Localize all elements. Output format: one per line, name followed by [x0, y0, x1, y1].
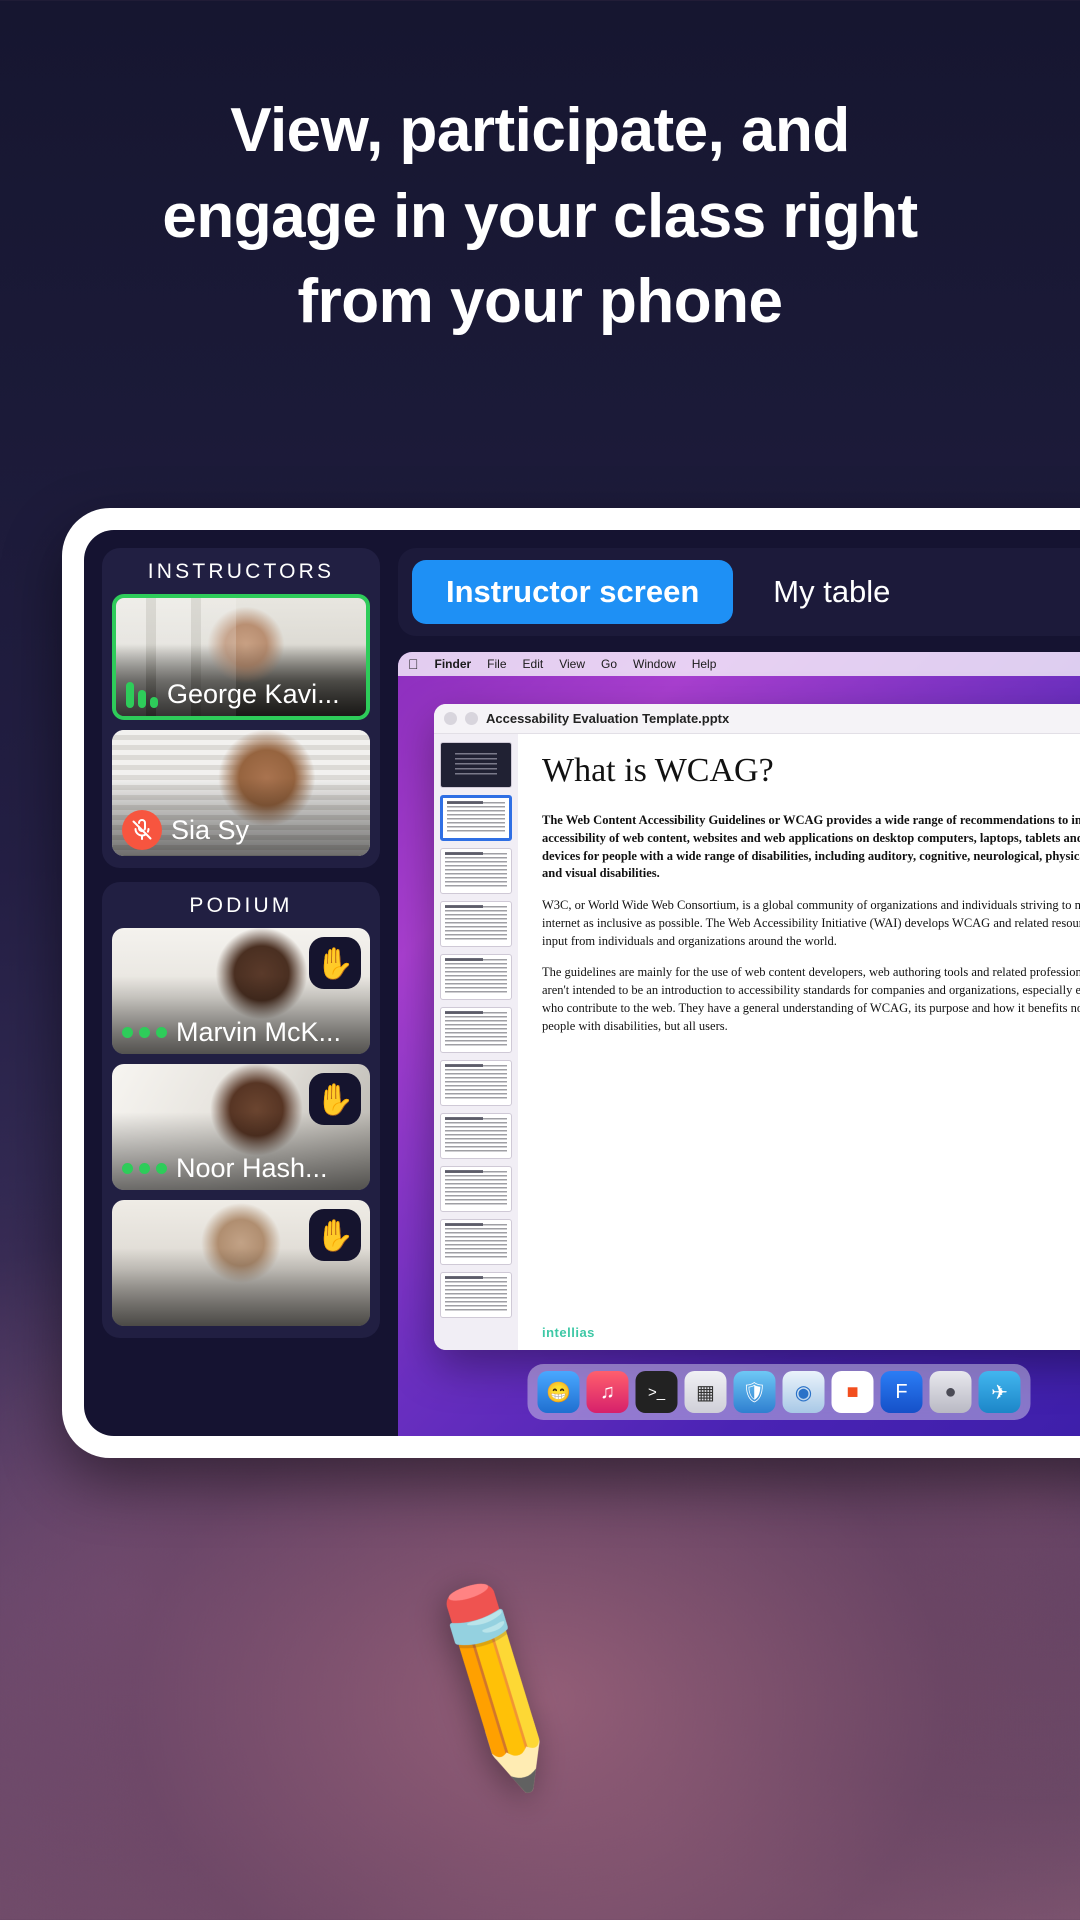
participant-tile-noor[interactable]: ✋ Noor Hash...	[112, 1064, 370, 1190]
view-tabs: Instructor screen My table	[398, 548, 1080, 636]
minimize-icon[interactable]	[465, 712, 478, 725]
instructors-title: INSTRUCTORS	[147, 560, 335, 583]
slide-thumbnail[interactable]	[440, 848, 512, 894]
participants-sidebar: INSTRUCTORS George Kavi... Sia Sy PODIUM…	[84, 530, 392, 1436]
mic-off-icon[interactable]	[122, 810, 162, 850]
participant-name: Noor Hash...	[176, 1153, 328, 1183]
presentation-body: What is WCAG? The Web Content Accessibil…	[434, 734, 1080, 1350]
launchpad-icon[interactable]: ▦	[684, 1371, 727, 1413]
framer-icon[interactable]: F	[880, 1371, 923, 1413]
tab-my-table[interactable]: My table	[755, 560, 924, 624]
slide-canvas[interactable]: What is WCAG? The Web Content Accessibil…	[518, 734, 1080, 1350]
slide-thumbnail[interactable]	[440, 1060, 512, 1106]
music-icon[interactable]: ♫	[586, 1371, 629, 1413]
shared-screen-view[interactable]:  Finder File Edit View Go Window Help A…	[398, 652, 1080, 1436]
menu-item-view[interactable]: View	[559, 657, 585, 671]
safari-icon[interactable]: ◉	[782, 1371, 825, 1413]
window-titlebar: Accessability Evaluation Template.pptx	[434, 704, 1080, 734]
tile-namebar: Marvin McK...	[122, 1017, 360, 1048]
menu-item-file[interactable]: File	[487, 657, 506, 671]
raised-hand-icon[interactable]: ✋	[309, 1209, 361, 1261]
pencil-decoration: ✏️	[375, 1564, 661, 1817]
figma-icon[interactable]: ■	[831, 1371, 874, 1413]
slide-thumbnail[interactable]	[440, 954, 512, 1000]
speaking-dots-icon	[122, 1163, 167, 1174]
headline-line-2: engage in your class right	[162, 181, 918, 251]
slide-footer-logo: intellias	[542, 1325, 595, 1340]
slide-thumbnail[interactable]	[440, 1113, 512, 1159]
finder-icon[interactable]: 😁	[537, 1371, 580, 1413]
slide-paragraph-2: W3C, or World Wide Web Consortium, is a …	[542, 898, 1080, 948]
close-icon[interactable]	[444, 712, 457, 725]
tablet-device: INSTRUCTORS George Kavi... Sia Sy PODIUM…	[62, 508, 1080, 1458]
menu-item-finder[interactable]: Finder	[435, 657, 472, 671]
slide-paragraph-1: The Web Content Accessibility Guidelines…	[542, 813, 1080, 881]
participant-tile-sia[interactable]: Sia Sy	[112, 730, 370, 856]
tile-namebar: Noor Hash...	[122, 1153, 360, 1184]
headline-line-3: from your phone	[297, 267, 783, 337]
participant-tile-marvin[interactable]: ✋ Marvin McK...	[112, 928, 370, 1054]
telegram-icon[interactable]: ✈	[978, 1371, 1021, 1413]
slide-thumbnail[interactable]	[440, 901, 512, 947]
slide-thumbnail-rail[interactable]	[434, 734, 518, 1350]
podium-panel: PODIUM ✋ Marvin McK... ✋ Noor Hash... ✋	[102, 882, 380, 1338]
tile-namebar: George Kavi...	[126, 679, 356, 710]
menu-item-go[interactable]: Go	[601, 657, 617, 671]
headline-line-1: View, participate, and	[230, 96, 850, 165]
participant-name: Marvin McK...	[176, 1017, 342, 1047]
slide-thumbnail[interactable]	[440, 742, 512, 788]
powerpoint-window: Accessability Evaluation Template.pptx W…	[434, 704, 1080, 1350]
page-title: View, participate, and engage in your cl…	[0, 88, 1080, 345]
podium-title: PODIUM	[189, 894, 293, 917]
tablet-screen: INSTRUCTORS George Kavi... Sia Sy PODIUM…	[84, 530, 1080, 1436]
instructors-panel: INSTRUCTORS George Kavi... Sia Sy	[102, 548, 380, 868]
participant-name: Sia Sy	[171, 814, 250, 845]
raised-hand-icon[interactable]: ✋	[309, 937, 361, 989]
slide-thumbnail[interactable]	[440, 1272, 512, 1318]
slide-paragraph-3: The guidelines are mainly for the use of…	[542, 965, 1080, 1033]
menu-item-window[interactable]: Window	[633, 657, 676, 671]
slide-thumbnail[interactable]	[440, 1166, 512, 1212]
raised-hand-icon[interactable]: ✋	[309, 1073, 361, 1125]
menu-item-edit[interactable]: Edit	[523, 657, 544, 671]
slide-heading: What is WCAG?	[542, 752, 774, 789]
mac-menu-bar:  Finder File Edit View Go Window Help	[398, 652, 1080, 676]
mac-dock: 😁 ♫ >_ ▦ 🛡 ◉ ■ F ● ✈	[527, 1364, 1031, 1420]
tab-instructor-screen[interactable]: Instructor screen	[412, 560, 734, 624]
apple-logo-icon[interactable]: 	[408, 656, 419, 672]
slide-thumbnail[interactable]	[440, 1007, 512, 1053]
participant-name: George Kavi...	[167, 679, 340, 709]
main-content: Instructor screen My table  Finder File…	[392, 530, 1080, 1436]
audio-level-icon	[126, 681, 158, 708]
window-title: Accessability Evaluation Template.pptx	[486, 711, 730, 726]
slide-thumbnail[interactable]	[440, 1219, 512, 1265]
speaking-dots-icon	[122, 1027, 167, 1038]
shield-icon[interactable]: 🛡	[733, 1371, 776, 1413]
participant-tile-unnamed[interactable]: ✋	[112, 1200, 370, 1326]
disk-icon[interactable]: ●	[929, 1371, 972, 1413]
slide-thumbnail[interactable]	[440, 795, 512, 841]
pencil-icon: ✏️	[374, 1564, 619, 1801]
tile-namebar: Sia Sy	[122, 810, 360, 850]
terminal-icon[interactable]: >_	[635, 1371, 678, 1413]
participant-tile-george[interactable]: George Kavi...	[112, 594, 370, 720]
menu-item-help[interactable]: Help	[692, 657, 717, 671]
